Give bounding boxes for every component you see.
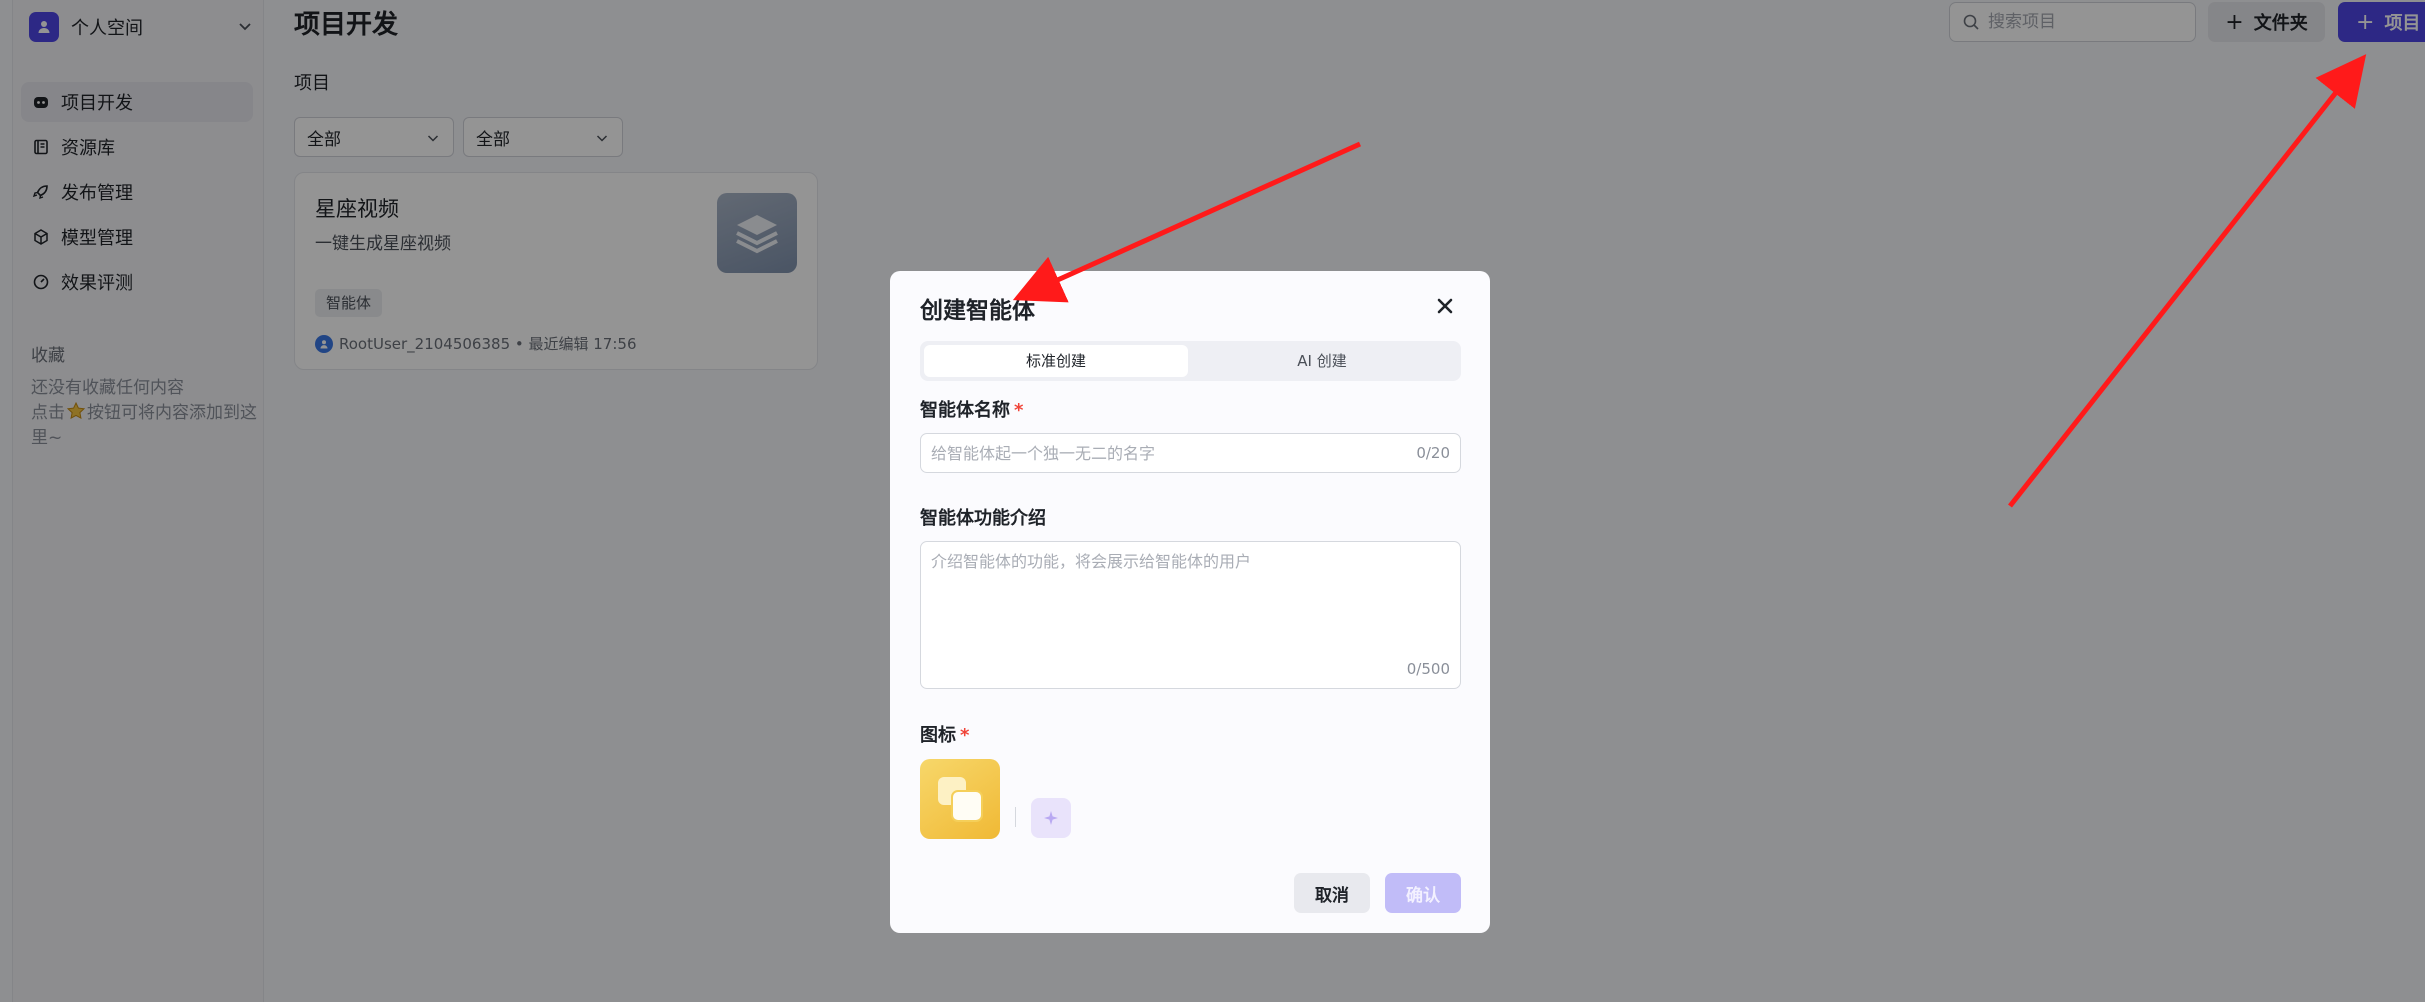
create-agent-dialog: 创建智能体 标准创建 AI 创建 智能体名称* 0/20 智能体功能介绍 0/5… <box>890 271 1490 933</box>
create-mode-tabs: 标准创建 AI 创建 <box>920 341 1461 381</box>
agent-description-field[interactable]: 0/500 <box>920 541 1461 689</box>
agent-name-input[interactable] <box>931 434 1371 472</box>
agent-icon-preview[interactable] <box>920 759 1000 839</box>
name-char-counter: 0/20 <box>1416 444 1450 462</box>
agent-name-label-text: 智能体名称 <box>920 400 1010 421</box>
close-icon[interactable] <box>1432 293 1458 319</box>
icon-label: 图标 * <box>920 721 969 747</box>
agent-name-field[interactable]: 0/20 <box>920 433 1461 473</box>
icon-label-text: 图标 <box>920 725 956 746</box>
description-char-counter: 0/500 <box>1406 660 1450 678</box>
required-mark: * <box>1014 400 1024 421</box>
agent-description-label: 智能体功能介绍 <box>920 508 1046 529</box>
dialog-title: 创建智能体 <box>920 298 1035 324</box>
cancel-button[interactable]: 取消 <box>1294 873 1370 913</box>
divider <box>1015 807 1016 827</box>
ai-generate-icon-button[interactable] <box>1031 798 1071 838</box>
default-agent-icon <box>938 777 983 822</box>
agent-description-input[interactable] <box>931 548 1446 648</box>
tab-ai-create[interactable]: AI 创建 <box>1190 345 1454 377</box>
agent-name-label: 智能体名称 * <box>920 396 1023 422</box>
sparkle-icon <box>1044 811 1058 825</box>
tab-standard-create[interactable]: 标准创建 <box>924 345 1188 377</box>
required-mark: * <box>960 725 970 746</box>
confirm-button[interactable]: 确认 <box>1385 873 1461 913</box>
